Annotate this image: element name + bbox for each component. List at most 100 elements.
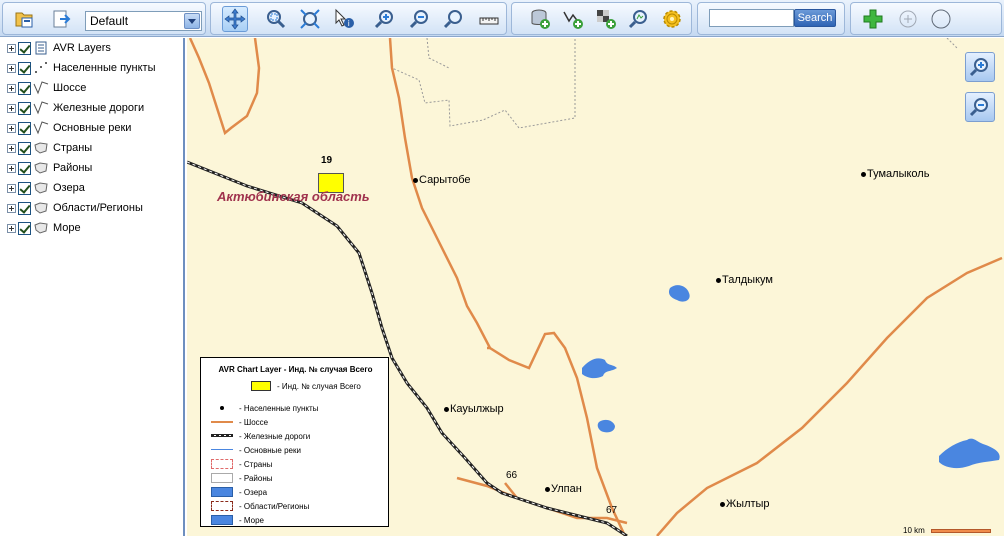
search-button[interactable]: Search [794,9,836,27]
legend-label: - Районы [239,473,273,483]
pan-button[interactable] [222,6,248,32]
identify-icon: i [335,8,354,28]
lake [597,419,615,433]
export-icon [53,10,71,28]
layer-visibility-checkbox[interactable] [18,201,31,215]
scheme-select[interactable]: Default [85,11,202,31]
legend-river-symbol [211,445,233,455]
add-vector-icon [563,11,583,29]
layer-visibility-checkbox[interactable] [18,61,31,75]
city-name: Улпан [551,483,582,495]
full-extent-icon [300,9,320,29]
open-project-button[interactable] [11,6,37,32]
layer-item[interactable]: Озера [7,179,85,197]
legend-item: - Населенные пункты [211,402,318,414]
expand-icon[interactable] [7,123,16,133]
layer-item[interactable]: Железные дороги [7,99,144,117]
legend-item: - Основные реки [211,444,301,456]
expand-icon[interactable] [7,83,16,93]
svg-text:i: i [348,19,350,28]
add-green-button[interactable] [860,6,886,32]
map-canvas[interactable]: 19 Актюбинская область Сарытобе Тумалыко… [187,38,1004,536]
layer-visibility-checkbox[interactable] [18,41,31,55]
layer-item[interactable]: Населенные пункты [7,59,156,77]
layer-item[interactable]: Море [7,219,81,237]
layer-visibility-checkbox[interactable] [18,81,31,95]
toolbar-group-file: Default [2,2,206,35]
search-layer-button[interactable] [626,6,652,32]
layer-visibility-checkbox[interactable] [18,141,31,155]
layer-item[interactable]: Районы [7,159,92,177]
add-circle-icon [899,10,917,28]
layer-item[interactable]: Области/Регионы [7,199,143,217]
zoom-out-button[interactable] [407,6,433,32]
highway [188,38,261,136]
zoom-previous-button[interactable] [441,6,467,32]
legend-item: - Районы [211,472,273,484]
legend-item: - Шоссе [211,416,268,428]
polygon-icon [34,222,48,234]
expand-icon[interactable] [7,143,16,153]
map-zoom-out-button[interactable] [965,92,995,122]
circle-button[interactable] [928,6,954,32]
legend-chart-item: - Инд. № случая Всего [251,380,361,392]
road-number: 66 [506,470,518,481]
layer-item[interactable]: Шоссе [7,79,86,97]
chevron-down-icon [184,13,200,29]
settings-button[interactable] [659,6,685,32]
district-boundary [389,38,576,129]
district-boundary [426,38,450,69]
expand-icon[interactable] [7,63,16,73]
legend-item: - Море [211,514,264,526]
city-dot [545,487,550,492]
legend-item: - Области/Регионы [211,500,309,512]
layer-item[interactable]: Страны [7,139,92,157]
lake [582,358,617,379]
layer-visibility-checkbox[interactable] [18,181,31,195]
measure-button[interactable] [476,6,502,32]
add-layer-button[interactable] [527,6,553,32]
layer-label: Населенные пункты [53,62,156,74]
legend-district-symbol [211,473,233,483]
legend-item: - Озера [211,486,267,498]
search-layer-icon [628,10,647,29]
search-input[interactable] [709,9,794,27]
legend-label: - Море [239,515,264,525]
expand-icon[interactable] [7,183,16,193]
layer-label: Основные реки [53,122,132,134]
export-button[interactable] [48,6,74,32]
identify-button[interactable]: i [331,6,357,32]
expand-icon[interactable] [7,103,16,113]
circle-icon [931,9,951,29]
expand-icon[interactable] [7,43,16,53]
chart-value-label: 19 [321,155,333,166]
lake [939,438,1000,469]
zoom-in-button[interactable] [372,6,398,32]
layer-visibility-checkbox[interactable] [18,101,31,115]
layer-panel: AVR Layers Населенные пункты Шоссе Желез… [0,38,185,536]
expand-icon[interactable] [7,223,16,233]
layer-visibility-checkbox[interactable] [18,221,31,235]
expand-icon[interactable] [7,163,16,173]
layer-label: Озера [53,182,85,194]
zoom-previous-icon [443,10,462,29]
add-circle-button[interactable] [895,6,921,32]
legend-country-symbol [211,459,233,469]
layer-item[interactable]: AVR Layers [7,39,111,57]
legend-lake-symbol [211,487,233,497]
add-raster-button[interactable] [593,6,619,32]
city-name: Тумалыколь [867,168,930,180]
add-vector-button[interactable] [560,6,586,32]
map-zoom-in-button[interactable] [965,52,995,82]
legend-label: - Населенные пункты [239,403,319,413]
open-project-icon [15,12,33,28]
legend-title: AVR Chart Layer - Инд. № случая Всего [218,365,373,374]
layer-label: Страны [53,142,93,154]
zoom-window-button[interactable] [263,6,289,32]
layer-visibility-checkbox[interactable] [18,121,31,135]
layer-visibility-checkbox[interactable] [18,161,31,175]
full-extent-button[interactable] [297,6,323,32]
legend-region-symbol [211,501,233,511]
expand-icon[interactable] [7,203,16,213]
layer-item[interactable]: Основные реки [7,119,131,137]
